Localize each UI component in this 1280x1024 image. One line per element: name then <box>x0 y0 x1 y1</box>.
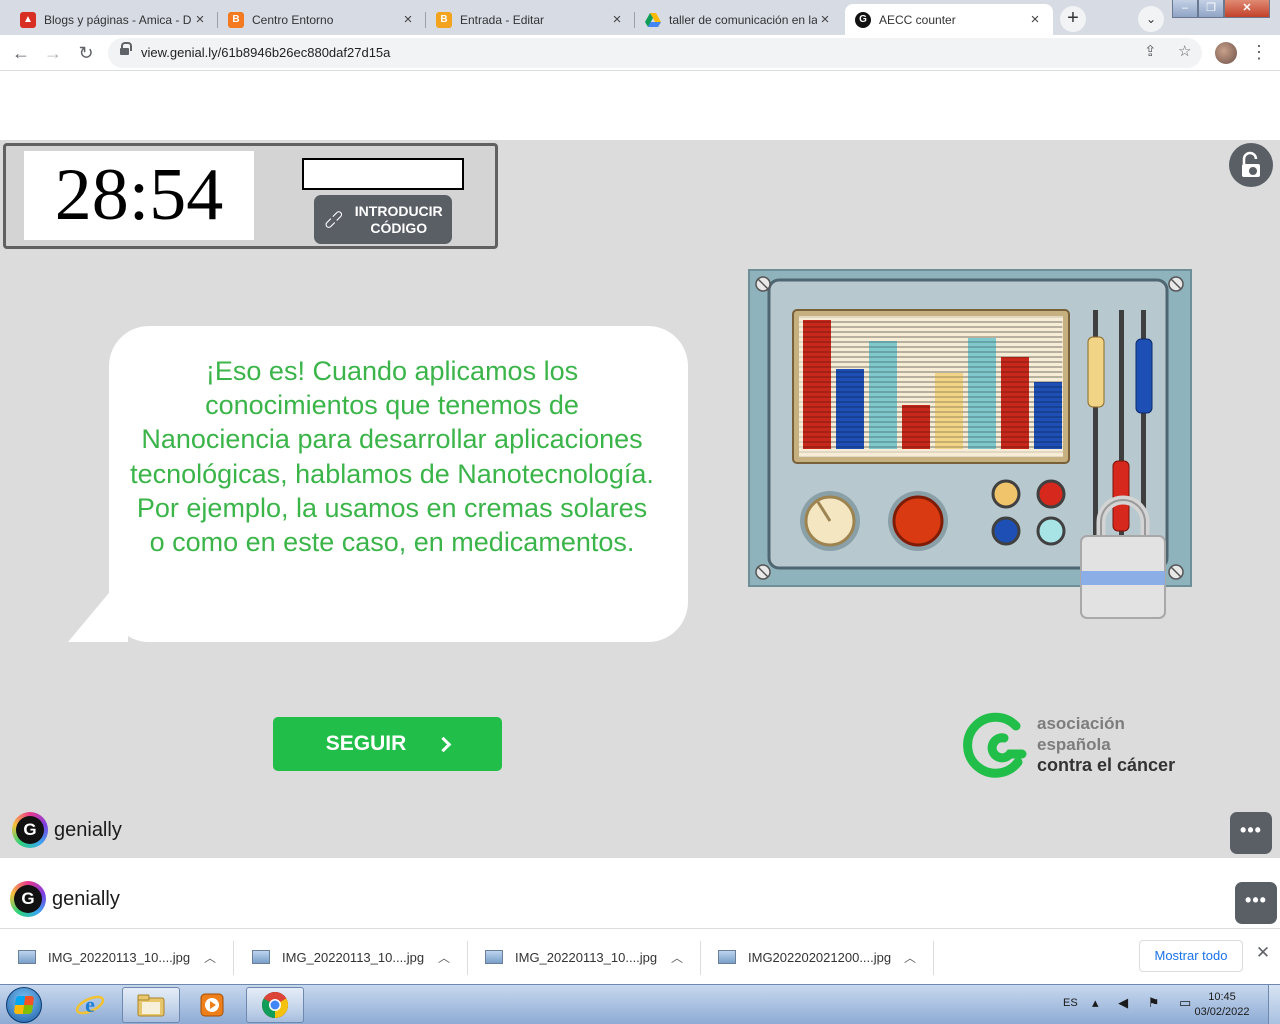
close-tab-icon[interactable]: × <box>817 11 833 28</box>
browser-tab-strip: ▲ Blogs y páginas - Amica - D × B Centro… <box>0 0 1280 35</box>
genially-logo[interactable]: G genially <box>12 812 122 848</box>
google-drive-icon <box>645 12 661 28</box>
browser-tab[interactable]: taller de comunicación en la × <box>635 4 843 35</box>
aecc-line-2: española <box>1037 734 1111 754</box>
new-tab-button[interactable]: + <box>1060 6 1086 32</box>
genially-footer-text: genially <box>52 887 120 910</box>
image-file-icon <box>18 950 36 964</box>
clock-time: 10:45 <box>1208 991 1236 1003</box>
tab-title: Blogs y páginas - Amica - D <box>44 12 192 27</box>
download-item[interactable]: IMG_20220113_10....jpg ︿ <box>234 937 468 977</box>
aecc-line-3: contra el cáncer <box>1037 755 1176 775</box>
bookmark-star-icon[interactable]: ☆ <box>1178 42 1191 60</box>
windows-taskbar: e ES ▴ ◀ ⚑ ▭ 10:45 03/02/2022 <box>0 984 1280 1024</box>
unlock-button[interactable] <box>1229 143 1273 187</box>
download-filename: IMG_20220113_10....jpg <box>515 949 658 965</box>
aecc-logo-icon <box>963 712 1027 778</box>
tab-title: Centro Entorno <box>252 12 334 27</box>
tab-title: taller de comunicación en la <box>669 12 817 27</box>
show-all-downloads-button[interactable]: Mostrar todo <box>1139 940 1243 972</box>
blogger-admin-icon: ▲ <box>20 11 36 28</box>
url-text: view.genial.ly/61b8946b26ec880daf27d15a <box>141 45 391 60</box>
screen-bars <box>803 320 1062 449</box>
chevron-up-icon[interactable]: ︿ <box>192 949 228 966</box>
download-item[interactable]: IMG_20220113_10....jpg ︿ <box>0 937 234 977</box>
image-file-icon <box>485 950 503 964</box>
browser-tab-active[interactable]: G AECC counter × <box>845 4 1053 35</box>
tab-search-button[interactable]: ⌄ <box>1138 6 1164 32</box>
close-tab-icon[interactable]: × <box>400 11 416 28</box>
maximize-button[interactable]: ❐ <box>1198 0 1224 18</box>
genially-logo-icon: G <box>12 812 48 848</box>
forward-button[interactable]: → <box>41 41 65 65</box>
file-explorer-icon[interactable] <box>122 987 180 1023</box>
close-tab-icon[interactable]: × <box>192 11 208 28</box>
show-desktop-button[interactable] <box>1268 985 1280 1024</box>
close-tab-icon[interactable]: × <box>1027 11 1043 28</box>
internet-explorer-icon[interactable]: e <box>64 987 116 1023</box>
genially-stage: 28:54 ⊂⊃ INTRODUCIR CÓDIGO ¡Eso es! Cuan… <box>0 140 1280 858</box>
window-controls: – ❐ ✕ <box>1172 0 1270 18</box>
countdown-timer: 28:54 <box>24 151 254 240</box>
browser-tab[interactable]: B Centro Entorno × <box>218 4 426 35</box>
continue-button[interactable]: SEGUIR <box>273 717 502 771</box>
aecc-logo-text: asociación española contra el cáncer <box>1037 714 1175 776</box>
download-item[interactable]: IMG202202021200....jpg ︿ <box>700 937 934 977</box>
chrome-icon[interactable] <box>246 987 304 1023</box>
more-options-button[interactable]: ••• <box>1230 812 1272 854</box>
chevron-up-icon[interactable]: ︿ <box>892 949 928 966</box>
code-input[interactable] <box>302 158 464 190</box>
genially-footer-logo[interactable]: G genially <box>10 881 120 917</box>
lock-icon[interactable] <box>120 42 132 58</box>
control-panel-illustration <box>748 269 1192 619</box>
browser-toolbar: ← → ↻ view.genial.ly/61b8946b26ec880daf2… <box>0 35 1280 71</box>
aecc-line-1: asociación <box>1037 714 1125 733</box>
browser-menu-icon[interactable]: ⋮ <box>1250 41 1268 65</box>
genially-icon: G <box>855 11 871 28</box>
profile-avatar[interactable] <box>1215 42 1237 64</box>
share-icon[interactable]: ⇪ <box>1144 42 1157 60</box>
chevron-up-icon[interactable]: ︿ <box>659 949 695 966</box>
reload-button[interactable]: ↻ <box>74 41 98 65</box>
genially-logo-icon: G <box>10 881 46 917</box>
download-filename: IMG202202021200....jpg <box>748 949 892 965</box>
address-bar[interactable]: view.genial.ly/61b8946b26ec880daf27d15a … <box>108 38 1202 68</box>
download-filename: IMG_20220113_10....jpg <box>48 949 191 965</box>
tab-title: AECC counter <box>879 12 956 27</box>
unlock-icon <box>1242 151 1260 177</box>
genially-logo-text: genially <box>54 818 122 841</box>
close-tab-icon[interactable]: × <box>609 11 625 28</box>
tab-title: Entrada - Editar <box>460 12 545 27</box>
chevron-up-icon[interactable]: ︿ <box>426 949 462 966</box>
minimize-button[interactable]: – <box>1172 0 1198 18</box>
image-file-icon <box>718 950 736 964</box>
timer-panel: 28:54 ⊂⊃ INTRODUCIR CÓDIGO <box>3 143 498 249</box>
page-footer: G genially ••• <box>0 858 1280 928</box>
language-indicator[interactable]: ES <box>1063 997 1078 1009</box>
explanation-message: ¡Eso es! Cuando aplicamos los conocimien… <box>130 356 654 558</box>
download-filename: IMG_20220113_10....jpg <box>282 949 425 965</box>
link-icon: ⊂⊃ <box>319 205 348 234</box>
blogger-icon: B <box>436 11 452 28</box>
start-button[interactable] <box>6 987 42 1023</box>
downloads-bar: IMG_20220113_10....jpg ︿ IMG_20220113_10… <box>0 928 1280 984</box>
image-file-icon <box>252 950 270 964</box>
back-button[interactable]: ← <box>9 41 33 65</box>
clock-date: 03/02/2022 <box>1194 1006 1250 1018</box>
svg-text:e: e <box>85 992 95 1017</box>
enter-code-button[interactable]: ⊂⊃ INTRODUCIR CÓDIGO <box>314 195 452 244</box>
close-downloads-icon[interactable]: ✕ <box>1253 943 1273 967</box>
close-window-button[interactable]: ✕ <box>1224 0 1270 18</box>
chevron-right-icon <box>435 736 452 752</box>
browser-tab[interactable]: B Entrada - Editar × <box>426 4 635 35</box>
windows-logo-icon <box>13 996 35 1014</box>
enter-code-label: INTRODUCIR CÓDIGO <box>354 202 443 236</box>
browser-tab[interactable]: ▲ Blogs y páginas - Amica - D × <box>10 4 218 35</box>
blogger-icon: B <box>228 11 244 28</box>
footer-options-button[interactable]: ••• <box>1235 882 1277 924</box>
media-player-icon[interactable] <box>184 987 240 1023</box>
continue-button-label: SEGUIR <box>325 732 407 755</box>
download-item[interactable]: IMG_20220113_10....jpg ︿ <box>467 937 701 977</box>
system-clock[interactable]: 10:45 03/02/2022 <box>1182 990 1262 1020</box>
